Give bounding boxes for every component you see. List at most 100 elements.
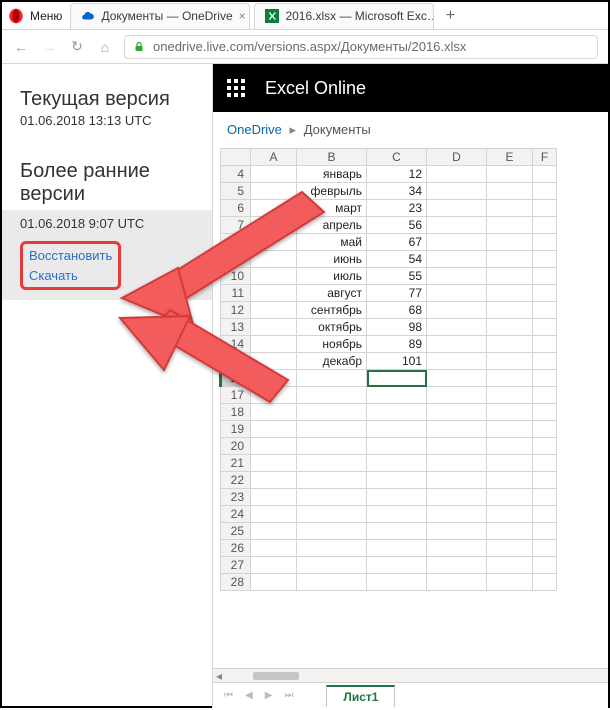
cell[interactable] xyxy=(251,200,297,217)
cell[interactable] xyxy=(251,234,297,251)
row-header[interactable]: 12 xyxy=(221,302,251,319)
cell[interactable] xyxy=(251,557,297,574)
cell[interactable] xyxy=(297,421,367,438)
cell[interactable] xyxy=(251,506,297,523)
browser-tab[interactable]: 2016.xlsx — Microsoft Exc… × xyxy=(254,3,434,29)
row-header[interactable]: 14 xyxy=(221,336,251,353)
cell[interactable] xyxy=(251,455,297,472)
cell[interactable] xyxy=(251,336,297,353)
cell[interactable] xyxy=(533,234,557,251)
row-header[interactable]: 18 xyxy=(221,404,251,421)
row-header[interactable]: 8 xyxy=(221,234,251,251)
row-header[interactable]: 25 xyxy=(221,523,251,540)
cell[interactable]: июль xyxy=(297,268,367,285)
cell[interactable]: 77 xyxy=(367,285,427,302)
cell[interactable]: 56 xyxy=(367,217,427,234)
cell[interactable] xyxy=(487,404,533,421)
cell[interactable]: 54 xyxy=(367,251,427,268)
row-header[interactable]: 26 xyxy=(221,540,251,557)
cell[interactable] xyxy=(533,268,557,285)
cell[interactable] xyxy=(487,489,533,506)
cell[interactable] xyxy=(251,217,297,234)
cell[interactable] xyxy=(297,557,367,574)
cell[interactable] xyxy=(297,404,367,421)
row-header[interactable]: 9 xyxy=(221,251,251,268)
cell[interactable] xyxy=(533,421,557,438)
cell[interactable] xyxy=(251,387,297,404)
cell[interactable] xyxy=(487,455,533,472)
row-header[interactable]: 7 xyxy=(221,217,251,234)
cell[interactable]: апрель xyxy=(297,217,367,234)
row-header[interactable]: 4 xyxy=(221,166,251,183)
cell[interactable] xyxy=(427,183,487,200)
cell[interactable]: июнь xyxy=(297,251,367,268)
cell[interactable] xyxy=(533,574,557,591)
cell[interactable] xyxy=(487,302,533,319)
cell[interactable] xyxy=(297,506,367,523)
back-button[interactable]: ← xyxy=(12,39,30,55)
cell[interactable] xyxy=(533,472,557,489)
restore-link[interactable]: Восстановить xyxy=(29,246,112,266)
cell[interactable] xyxy=(533,166,557,183)
reload-button[interactable]: ↻ xyxy=(68,38,86,55)
cell[interactable] xyxy=(533,404,557,421)
cell[interactable] xyxy=(533,387,557,404)
cell[interactable] xyxy=(487,200,533,217)
cell[interactable] xyxy=(427,251,487,268)
cell[interactable] xyxy=(427,455,487,472)
download-link[interactable]: Скачать xyxy=(29,266,112,286)
cell[interactable] xyxy=(427,404,487,421)
cell[interactable]: ноябрь xyxy=(297,336,367,353)
sheet-tab[interactable]: Лист1 xyxy=(326,685,395,707)
row-header[interactable]: 10 xyxy=(221,268,251,285)
col-header[interactable]: F xyxy=(533,149,557,166)
cell[interactable] xyxy=(251,183,297,200)
cell[interactable] xyxy=(533,455,557,472)
cell[interactable] xyxy=(367,489,427,506)
cell[interactable] xyxy=(427,217,487,234)
cell[interactable] xyxy=(427,387,487,404)
cell[interactable] xyxy=(427,319,487,336)
cell[interactable] xyxy=(487,217,533,234)
cell[interactable] xyxy=(427,523,487,540)
row-header[interactable]: 15 xyxy=(221,353,251,370)
cell[interactable] xyxy=(297,540,367,557)
cell[interactable] xyxy=(367,387,427,404)
scroll-thumb[interactable] xyxy=(253,672,299,680)
cell[interactable] xyxy=(487,285,533,302)
menu-button[interactable]: Меню xyxy=(30,9,62,23)
cell[interactable] xyxy=(251,302,297,319)
cell[interactable] xyxy=(487,353,533,370)
row-header[interactable]: 19 xyxy=(221,421,251,438)
cell[interactable] xyxy=(297,523,367,540)
cell[interactable] xyxy=(251,523,297,540)
sheet-nav-last-icon[interactable]: ⏭ xyxy=(281,690,296,701)
row-header[interactable]: 20 xyxy=(221,438,251,455)
cell[interactable] xyxy=(487,421,533,438)
close-icon[interactable]: × xyxy=(239,9,246,23)
cell[interactable] xyxy=(533,523,557,540)
cell[interactable]: 34 xyxy=(367,183,427,200)
row-header[interactable]: 16 xyxy=(221,370,251,387)
row-header[interactable]: 28 xyxy=(221,574,251,591)
cell[interactable] xyxy=(251,370,297,387)
cell[interactable]: 89 xyxy=(367,336,427,353)
cell[interactable] xyxy=(251,166,297,183)
cell[interactable] xyxy=(487,557,533,574)
cell[interactable] xyxy=(427,370,487,387)
cell[interactable]: 101 xyxy=(367,353,427,370)
sheet-nav-prev-icon[interactable]: ◀ xyxy=(242,690,256,701)
row-header[interactable]: 23 xyxy=(221,489,251,506)
cell[interactable] xyxy=(427,540,487,557)
cell[interactable]: 67 xyxy=(367,234,427,251)
row-header[interactable]: 24 xyxy=(221,506,251,523)
cell[interactable] xyxy=(487,370,533,387)
older-version-item[interactable]: 01.06.2018 9:07 UTC Восстановить Скачать xyxy=(2,210,212,300)
cell[interactable] xyxy=(533,302,557,319)
cell[interactable] xyxy=(427,506,487,523)
cell[interactable] xyxy=(297,489,367,506)
col-header[interactable]: D xyxy=(427,149,487,166)
cell[interactable] xyxy=(297,574,367,591)
cell[interactable]: 68 xyxy=(367,302,427,319)
cell[interactable]: 12 xyxy=(367,166,427,183)
